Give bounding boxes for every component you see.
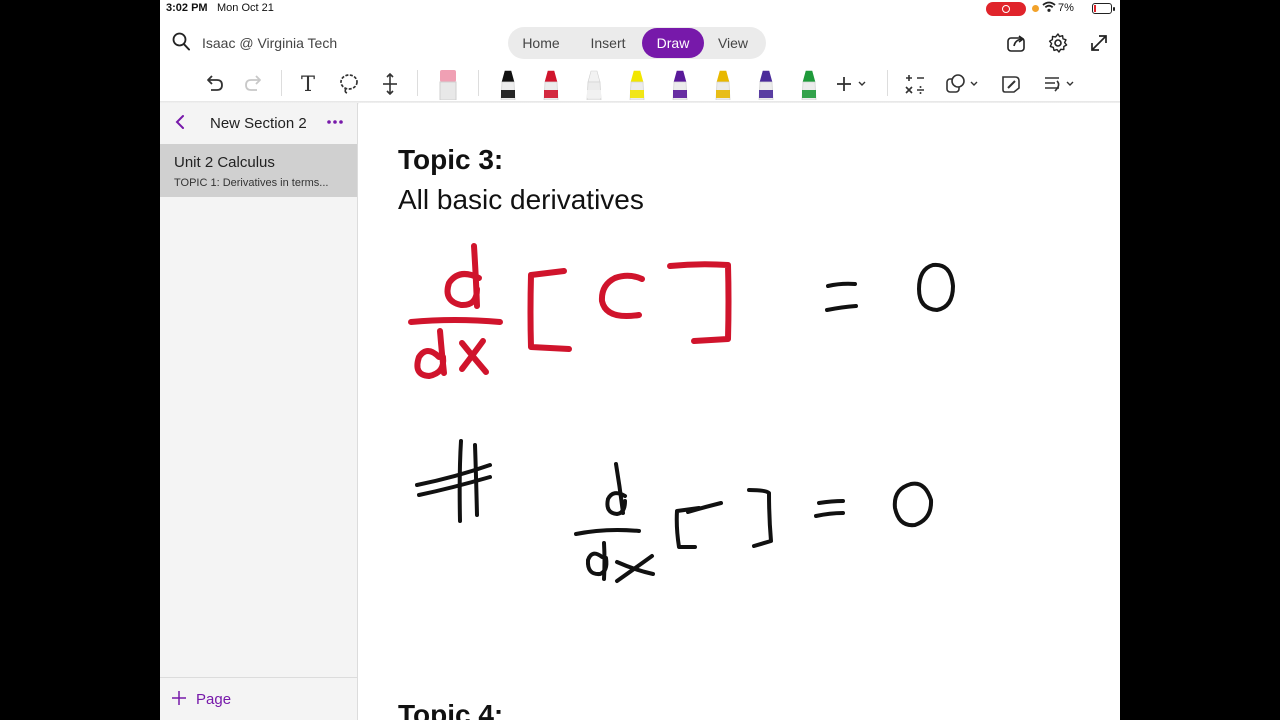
page-list-item[interactable]: Unit 2 Calculus TOPIC 1: Derivatives in … — [160, 144, 357, 197]
black-ink-equals-zero — [825, 262, 955, 312]
toolbar-separator — [281, 70, 282, 96]
onenote-window: 3:02 PM Mon Oct 21 7% Isaac @ Virginia T… — [160, 0, 1120, 720]
ink-to-text-icon[interactable] — [1042, 70, 1078, 98]
note-canvas[interactable]: Topic 3: All basic derivatives Topic 4: — [359, 103, 1120, 720]
lasso-select-icon[interactable] — [337, 70, 361, 98]
tab-insert[interactable]: Insert — [578, 27, 638, 59]
text-tool-icon[interactable]: T — [296, 70, 320, 98]
battery-percent: 7% — [1058, 2, 1074, 14]
status-bar: 3:02 PM Mon Oct 21 7% — [160, 0, 1120, 18]
more-options-icon[interactable] — [325, 113, 345, 131]
green-pen-icon[interactable] — [799, 68, 819, 101]
redo-icon[interactable] — [242, 70, 266, 98]
plus-icon — [172, 689, 186, 709]
handwriting-ink — [408, 243, 955, 583]
back-chevron-icon[interactable] — [174, 113, 186, 131]
undo-icon[interactable] — [202, 70, 226, 98]
status-date: Mon Oct 21 — [217, 2, 274, 14]
add-page-button[interactable]: Page — [172, 688, 231, 710]
violet-pen-icon[interactable] — [756, 68, 776, 101]
section-title: New Section 2 — [210, 115, 307, 132]
camera-indicator-icon — [1032, 5, 1039, 12]
wifi-icon — [1042, 1, 1056, 16]
purple-pen-icon[interactable] — [670, 68, 690, 101]
black-ink-derivative-of-blank — [574, 462, 934, 583]
add-pen-button[interactable] — [834, 70, 870, 98]
settings-gear-icon[interactable] — [1047, 32, 1069, 54]
tab-view[interactable]: View — [708, 27, 758, 59]
search-icon[interactable] — [172, 32, 190, 52]
page-title: Unit 2 Calculus — [174, 154, 275, 171]
sidebar-footer: Page — [160, 677, 357, 720]
yellow-highlighter-icon[interactable] — [627, 68, 647, 101]
page-preview: TOPIC 1: Derivatives in terms... — [174, 177, 329, 189]
black-marker-icon[interactable] — [498, 68, 518, 101]
red-pen-icon[interactable] — [541, 68, 561, 101]
toolbar-separator — [417, 70, 418, 96]
screen-recording-icon — [986, 2, 1026, 16]
notebook-name[interactable]: Isaac @ Virginia Tech — [202, 35, 337, 51]
math-icon[interactable] — [902, 70, 928, 98]
share-icon[interactable] — [1006, 32, 1028, 54]
draw-toolbar: T — [160, 68, 1120, 102]
gold-pen-icon[interactable] — [713, 68, 733, 101]
battery-icon — [1092, 3, 1115, 14]
red-ink-derivative-of-constant — [408, 243, 732, 379]
eraser-icon[interactable] — [438, 68, 458, 101]
letterbox-right — [1120, 0, 1280, 720]
white-pen-icon[interactable] — [584, 68, 604, 101]
page-list-sidebar: New Section 2 Unit 2 Calculus TOPIC 1: D… — [160, 103, 358, 720]
ink-to-shape-icon[interactable] — [998, 70, 1024, 98]
black-ink-not-equal — [415, 439, 492, 523]
toolbar-separator — [887, 70, 888, 96]
add-page-label: Page — [196, 690, 232, 708]
expand-icon[interactable] — [1088, 32, 1110, 54]
status-time: 3:02 PM — [166, 2, 208, 14]
screen: 3:02 PM Mon Oct 21 7% Isaac @ Virginia T… — [0, 0, 1280, 720]
top-bar: Isaac @ Virginia Tech Home Insert Draw V… — [160, 18, 1120, 68]
letterbox-left — [0, 0, 160, 720]
toolbar-separator — [478, 70, 479, 96]
tab-home[interactable]: Home — [514, 27, 568, 59]
ribbon-tabs: Home Insert Draw View — [508, 27, 766, 59]
add-space-icon[interactable] — [378, 70, 402, 98]
tab-draw[interactable]: Draw — [642, 28, 704, 58]
shapes-icon[interactable] — [944, 70, 980, 98]
topic4-heading: Topic 4: — [398, 699, 504, 720]
